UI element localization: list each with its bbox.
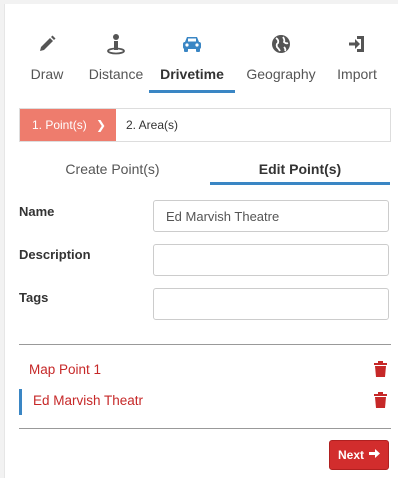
list-item-map-point-1[interactable]: Map Point 1 [19,358,391,384]
tool-nav: Draw Distance Drivetime Geography Import [5,4,398,96]
next-button-label: Next [337,448,364,462]
nav-tab-label: Draw [30,66,64,82]
arrow-right-icon [369,448,380,462]
nav-tab-label: Geography [246,66,316,82]
next-button[interactable]: Next [329,440,389,470]
nav-tab-import[interactable]: Import [329,30,385,94]
active-tab-indicator [210,182,390,185]
list-item-ed-marvish[interactable]: Ed Marvish Theatr [19,389,391,415]
point-name: Ed Marvish Theatr [33,393,144,408]
wizard-stepper: 1. Point(s) ❯ 2. Area(s) [19,108,391,142]
name-field[interactable] [153,200,389,232]
step-points-label: 1. Point(s) [32,118,87,132]
nav-tab-label: Import [337,66,377,82]
name-label: Name [19,204,55,219]
divider [19,428,391,429]
nav-tab-draw[interactable]: Draw [19,30,75,94]
description-label: Description [19,247,91,262]
description-field[interactable] [153,244,389,276]
tab-create-points[interactable]: Create Point(s) [15,161,210,177]
step-areas[interactable]: 2. Area(s) [126,109,178,141]
selected-indicator [19,389,22,415]
trash-icon[interactable] [374,361,387,382]
person-pin-icon [81,30,151,58]
nav-tab-label: Distance [88,66,144,82]
pencil-icon [19,30,75,58]
point-name: Map Point 1 [29,362,102,377]
car-icon [149,30,235,58]
nav-tab-distance[interactable]: Distance [81,30,151,94]
import-icon [329,30,385,58]
nav-tab-label: Drivetime [160,66,224,82]
globe-icon [241,30,321,58]
tags-label: Tags [19,290,49,305]
step-points[interactable]: 1. Point(s) ❯ [20,109,116,141]
trash-icon[interactable] [374,392,387,413]
drivetime-panel: Draw Distance Drivetime Geography Import [4,4,398,478]
nav-tab-drivetime[interactable]: Drivetime [149,30,235,94]
tab-edit-points[interactable]: Edit Point(s) [210,161,390,177]
tags-field[interactable] [153,288,389,320]
chevron-right-icon: ❯ [96,118,107,132]
nav-tab-geography[interactable]: Geography [241,30,321,94]
divider [19,344,391,345]
